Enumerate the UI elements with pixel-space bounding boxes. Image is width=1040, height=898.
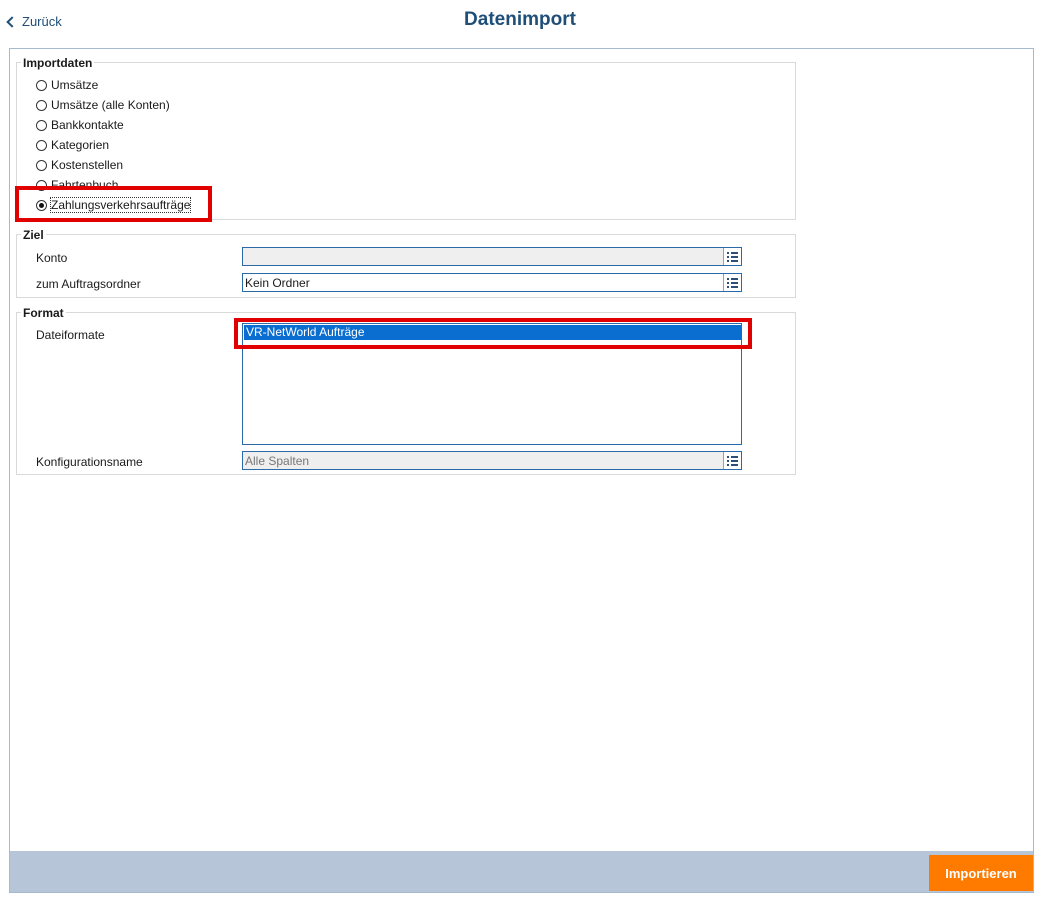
radio-label: Kategorien xyxy=(51,138,110,152)
list-option-selected[interactable]: VR-NetWorld Aufträge xyxy=(244,325,741,340)
radio-fahrtenbuch[interactable]: Fahrtenbuch xyxy=(36,177,118,193)
list-icon[interactable] xyxy=(723,274,741,291)
radio-button[interactable] xyxy=(36,99,47,111)
list-icon[interactable] xyxy=(723,452,741,469)
radio-kategorien[interactable]: Kategorien xyxy=(36,137,109,153)
radio-button[interactable] xyxy=(36,159,47,171)
ordner-value: Kein Ordner xyxy=(245,275,310,290)
konfig-value: Alle Spalten xyxy=(245,453,310,468)
page-title: Datenimport xyxy=(464,9,576,30)
dateiformate-listbox[interactable]: VR-NetWorld Aufträge xyxy=(242,323,742,445)
radio-button[interactable] xyxy=(36,179,47,191)
radio-kostenstellen[interactable]: Kostenstellen xyxy=(36,157,123,173)
radio-button[interactable] xyxy=(36,139,47,151)
radio-button[interactable] xyxy=(36,79,47,91)
format-legend: Format xyxy=(21,306,66,320)
radio-umsaetze-alle-konten[interactable]: Umsätze (alle Konten) xyxy=(36,97,170,113)
radio-label: Kostenstellen xyxy=(51,158,124,172)
radio-label: Fahrtenbuch xyxy=(51,178,119,192)
ordner-field[interactable]: Kein Ordner xyxy=(242,273,742,292)
konfig-field[interactable]: Alle Spalten xyxy=(242,451,742,470)
radio-button-selected[interactable] xyxy=(36,199,47,211)
importdaten-legend: Importdaten xyxy=(21,56,95,70)
radio-bankkontakte[interactable]: Bankkontakte xyxy=(36,117,124,133)
radio-button[interactable] xyxy=(36,119,47,131)
konfig-label: Konfigurationsname xyxy=(36,455,143,469)
ordner-label: zum Auftragsordner xyxy=(36,277,141,291)
radio-label: Bankkontakte xyxy=(51,118,124,132)
radio-zahlungsverkehrsauftraege[interactable]: Zahlungsverkehrsaufträge xyxy=(36,197,192,213)
footer-bar xyxy=(10,851,1033,892)
radio-label: Umsätze (alle Konten) xyxy=(51,98,170,112)
import-button[interactable]: Importieren xyxy=(929,855,1033,891)
konto-label: Konto xyxy=(36,251,68,265)
list-icon[interactable] xyxy=(723,248,741,265)
dateiformate-label: Dateiformate xyxy=(36,328,105,342)
radio-label: Umsätze xyxy=(51,78,99,92)
radio-label: Zahlungsverkehrsaufträge xyxy=(49,197,192,213)
konto-field[interactable] xyxy=(242,247,742,266)
radio-umsaetze[interactable]: Umsätze xyxy=(36,77,98,93)
ziel-legend: Ziel xyxy=(21,228,46,242)
